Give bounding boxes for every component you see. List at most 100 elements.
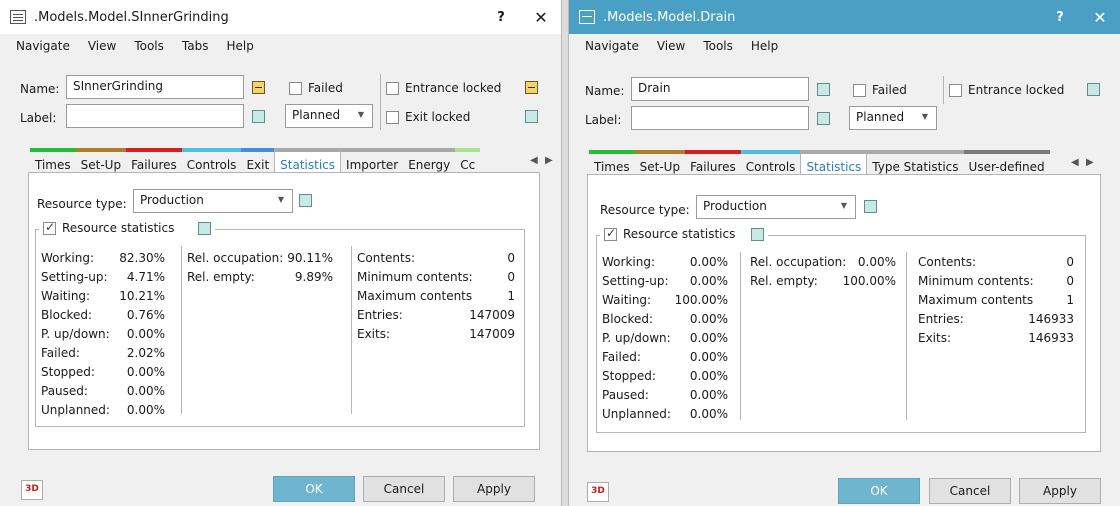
entrance-locked-checkbox[interactable]: Entrance locked [949, 83, 1064, 97]
tab-scroll-right-icon[interactable]: ▶ [545, 155, 553, 166]
menu-help[interactable]: Help [226, 39, 253, 53]
tab-importer[interactable]: Importer [341, 148, 404, 172]
stat-label: Rel. empty: [187, 270, 255, 284]
stat-value: 2.02% [126, 346, 165, 360]
tab-user-defined[interactable]: User-defined [963, 150, 1050, 174]
tab-set-up[interactable]: Set-Up [75, 148, 127, 172]
name-input[interactable]: Drain [631, 77, 809, 101]
resource-type-select[interactable]: Production ▼ [133, 189, 293, 213]
resource-type-select[interactable]: Production ▼ [696, 195, 856, 219]
chevron-down-icon: ▼ [357, 110, 364, 119]
stat-label: Exits: [357, 327, 391, 341]
exit-locked-label: Exit locked [405, 110, 471, 124]
tab-times[interactable]: Times [30, 148, 76, 172]
tab-scroll-left-icon[interactable]: ◀ [1071, 157, 1079, 168]
failed-checkbox[interactable]: Failed [289, 81, 343, 95]
menu-navigate[interactable]: Navigate [585, 39, 639, 53]
stat-label: Failed: [602, 350, 641, 364]
stat-value: 0 [507, 251, 515, 265]
resource-statistics-checkbox[interactable]: Resource statistics [43, 220, 174, 235]
ok-button[interactable]: OK [273, 476, 355, 502]
menu-tools[interactable]: Tools [703, 39, 733, 53]
separator [943, 76, 944, 104]
chevron-down-icon: ▼ [277, 195, 284, 204]
tab-set-up[interactable]: Set-Up [634, 150, 686, 174]
menu-tabs[interactable]: Tabs [182, 39, 209, 53]
chevron-down-icon: ▼ [921, 112, 928, 121]
label-input[interactable] [66, 104, 244, 128]
stat-label: Rel. empty: [750, 274, 818, 288]
window-icon [579, 10, 595, 24]
tab-failures[interactable]: Failures [685, 150, 741, 174]
menu-tools[interactable]: Tools [134, 39, 164, 53]
entrance-inherit-icon[interactable] [1087, 83, 1100, 96]
failed-checkbox[interactable]: Failed [853, 83, 907, 97]
close-button[interactable]: ✕ [1080, 8, 1120, 27]
apply-button[interactable]: Apply [1019, 478, 1101, 504]
stat-value: 0.00% [126, 384, 165, 398]
ok-button[interactable]: OK [838, 478, 920, 504]
failed-label: Failed [872, 83, 907, 97]
status-select[interactable]: Planned ▼ [849, 106, 937, 130]
resource-statistics-inherit-icon[interactable] [198, 221, 212, 235]
menu-help[interactable]: Help [751, 39, 778, 53]
tab-scroll-left-icon[interactable]: ◀ [530, 155, 538, 166]
name-input[interactable]: SInnerGrinding [66, 75, 244, 99]
status-value: Planned [856, 110, 905, 124]
stat-value: 0.00% [126, 365, 165, 379]
stat-value: 146933 [1028, 331, 1074, 345]
exit-inherit-icon[interactable] [525, 110, 538, 123]
title-bar[interactable]: .Models.Model.SInnerGrinding ? ✕ [0, 0, 561, 34]
tab-overflow[interactable]: Cc [455, 148, 481, 172]
label-inherit-icon[interactable] [817, 112, 830, 125]
menu-view[interactable]: View [88, 39, 116, 53]
resource-statistics-inherit-icon[interactable] [751, 227, 765, 241]
tab-type-statistics[interactable]: Type Statistics [867, 150, 964, 174]
resource-type-label: Resource type: [37, 197, 127, 211]
resource-type-inherit-icon[interactable] [864, 200, 877, 213]
tab-controls[interactable]: Controls [181, 148, 242, 172]
stat-value: 0.00% [126, 403, 165, 417]
entrance-locked-checkbox[interactable]: Entrance locked [386, 81, 501, 95]
entrance-locked-label: Entrance locked [405, 81, 502, 95]
stat-value: 9.89% [294, 270, 333, 284]
stat-value: 0.00% [126, 327, 165, 341]
tab-exit[interactable]: Exit [241, 148, 275, 172]
tab-energy[interactable]: Energy [403, 148, 456, 172]
resource-statistics-checkbox[interactable]: Resource statistics [604, 226, 735, 241]
label-inherit-icon[interactable] [252, 110, 265, 123]
name-inherit-icon[interactable] [252, 81, 265, 94]
label-input[interactable] [631, 106, 809, 130]
name-inherit-icon[interactable] [817, 83, 830, 96]
resource-type-inherit-icon[interactable] [299, 194, 312, 207]
separator [181, 246, 182, 414]
status-select[interactable]: Planned ▼ [285, 104, 373, 128]
tab-scroll-right-icon[interactable]: ▶ [1086, 157, 1094, 168]
close-button[interactable]: ✕ [521, 8, 561, 27]
cancel-button[interactable]: Cancel [929, 478, 1011, 504]
tab-controls[interactable]: Controls [740, 150, 801, 174]
stat-value: 0.00% [689, 407, 728, 421]
stat-label: Entries: [918, 312, 964, 326]
stat-label: Rel. occupation: [187, 251, 284, 265]
exit-locked-checkbox[interactable]: Exit locked [386, 110, 470, 124]
menu-navigate[interactable]: Navigate [16, 39, 70, 53]
help-button[interactable]: ? [1040, 10, 1080, 25]
tab-failures[interactable]: Failures [126, 148, 182, 172]
3d-button[interactable]: 3D [587, 482, 609, 502]
resource-type-label: Resource type: [600, 203, 690, 217]
stat-value: 1 [1066, 293, 1074, 307]
3d-button[interactable]: 3D [21, 480, 43, 500]
title-bar[interactable]: .Models.Model.Drain ? ✕ [569, 0, 1120, 34]
help-button[interactable]: ? [481, 10, 521, 25]
tab-statistics[interactable]: Statistics [800, 150, 868, 176]
stat-value: 100.00% [674, 293, 728, 307]
cancel-button[interactable]: Cancel [363, 476, 445, 502]
menu-view[interactable]: View [657, 39, 685, 53]
apply-button[interactable]: Apply [453, 476, 535, 502]
separator [380, 74, 381, 130]
tab-statistics[interactable]: Statistics [274, 148, 342, 174]
entrance-inherit-icon[interactable] [525, 81, 538, 94]
resource-type-value: Production [703, 199, 767, 213]
tab-times[interactable]: Times [589, 150, 635, 174]
